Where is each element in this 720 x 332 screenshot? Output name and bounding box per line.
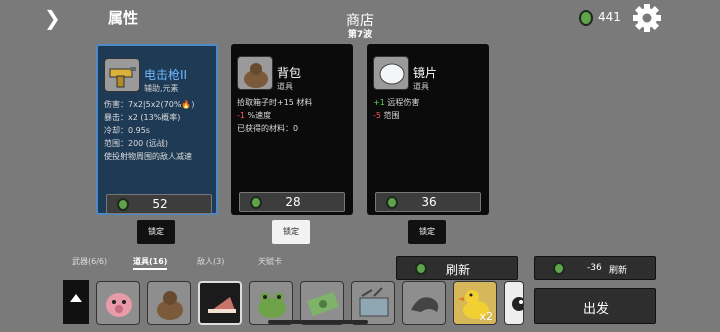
stat-line: 拾取箱子时+15 材料 — [237, 98, 313, 107]
tab-items[interactable]: 道具(16) — [133, 256, 168, 270]
item-type: 道具 — [413, 82, 429, 91]
reroll-cost-button[interactable]: -36 刷新 — [534, 256, 656, 280]
backpack-icon — [157, 291, 183, 320]
item-stats: 伤害：7x2|5x2(70%🔥) 暴击：x2 (13%概率) 冷却：0.95s … — [104, 98, 195, 163]
wave-icon — [411, 297, 439, 312]
shop-item-card-backpack[interactable]: 背包 道具 拾取箱子时+15 材料 -1 %速度 已获得的材料：0 28 — [231, 44, 353, 215]
item-stats: 拾取箱子时+15 材料 -1 %速度 已获得的材料：0 — [237, 96, 312, 135]
material-count: 441 — [598, 10, 621, 24]
depart-label: 出发 — [582, 302, 609, 317]
depart-button[interactable]: 出发 — [534, 288, 656, 324]
item-quantity: x2 — [479, 310, 493, 323]
item-name: 电击枪II — [144, 68, 188, 82]
up-arrow-icon — [70, 294, 82, 302]
tab-weapons[interactable]: 武器(6/6) — [72, 256, 107, 267]
buy-price-button[interactable]: 28 — [239, 192, 345, 212]
stat-line: -5 范围 — [373, 111, 400, 120]
frog-icon — [258, 292, 286, 318]
tab-talent-cards[interactable]: 天赋卡 — [258, 256, 282, 267]
taser-gun-icon — [104, 58, 140, 92]
shop-item-card-taser[interactable]: 电击枪II 辅助,元素 伤害：7x2|5x2(70%🔥) 暴击：x2 (13%概… — [96, 44, 218, 215]
pig-icon — [106, 293, 132, 317]
wave-label: 第7波 — [347, 30, 373, 40]
buy-price-button[interactable]: 52 — [106, 194, 212, 214]
inventory-slot[interactable] — [351, 281, 395, 325]
stat-line: 暴击：x2 (13%概率) — [104, 113, 181, 122]
stat-line: 冷却：0.95s — [104, 126, 150, 135]
backpack-icon — [237, 56, 273, 90]
expand-inventory-button[interactable] — [63, 280, 89, 324]
item-name: 背包 — [277, 66, 302, 80]
eye-icon — [512, 297, 523, 311]
settings-gear-icon[interactable] — [632, 3, 662, 33]
inventory-scrollbar[interactable] — [268, 320, 368, 324]
crate-icon — [359, 287, 389, 317]
stat-line: 已获得的材料：0 — [237, 124, 299, 133]
item-stats: +1 远程伤害 -5 范围 — [373, 96, 419, 122]
refresh-shop-button[interactable]: 刷新 — [396, 256, 518, 280]
stat-line: -1 %速度 — [237, 111, 272, 120]
inventory-slot[interactable]: x2 — [453, 281, 497, 325]
lock-button[interactable]: 锁定 — [137, 220, 175, 244]
item-type: 道具 — [277, 82, 293, 91]
item-name: 镜片 — [413, 66, 438, 80]
reroll-cost: -36 — [587, 263, 602, 273]
item-type: 辅助,元素 — [144, 84, 179, 93]
inventory-slot[interactable] — [249, 281, 293, 325]
inventory-slot[interactable] — [402, 281, 446, 325]
price-value: 52 — [152, 197, 168, 211]
buy-price-button[interactable]: 36 — [375, 192, 481, 212]
shop-item-card-lens[interactable]: 镜片 道具 +1 远程伤害 -5 范围 36 — [367, 44, 489, 215]
stat-line: 伤害：7x2|5x2(70%🔥) — [104, 100, 195, 109]
inventory-slot[interactable] — [198, 281, 242, 325]
material-icon — [579, 10, 593, 26]
lens-icon — [373, 56, 409, 90]
price-value: 36 — [421, 195, 437, 209]
inventory-slot[interactable] — [96, 281, 140, 325]
material-icon — [553, 262, 565, 275]
lock-button[interactable]: 锁定 — [408, 220, 446, 244]
tab-enemies[interactable]: 敌人(3) — [197, 256, 224, 267]
inventory-slot[interactable] — [147, 281, 191, 325]
attributes-title[interactable]: 属性 — [108, 7, 138, 28]
collapse-arrow-icon[interactable]: ❯ — [44, 8, 66, 28]
reroll-label: 刷新 — [609, 266, 628, 276]
cake-icon — [208, 297, 236, 313]
refresh-label: 刷新 — [445, 263, 470, 277]
money-icon — [307, 291, 339, 317]
inventory-slot[interactable] — [300, 281, 344, 325]
stat-line: 范围：200 (远战) — [104, 139, 169, 148]
stat-line: +1 远程伤害 — [373, 98, 420, 107]
inventory-slot[interactable] — [504, 281, 524, 325]
stat-line: 使投射物周围的敌人减速 — [104, 152, 192, 161]
price-value: 28 — [285, 195, 301, 209]
lock-button[interactable]: 锁定 — [272, 220, 310, 244]
